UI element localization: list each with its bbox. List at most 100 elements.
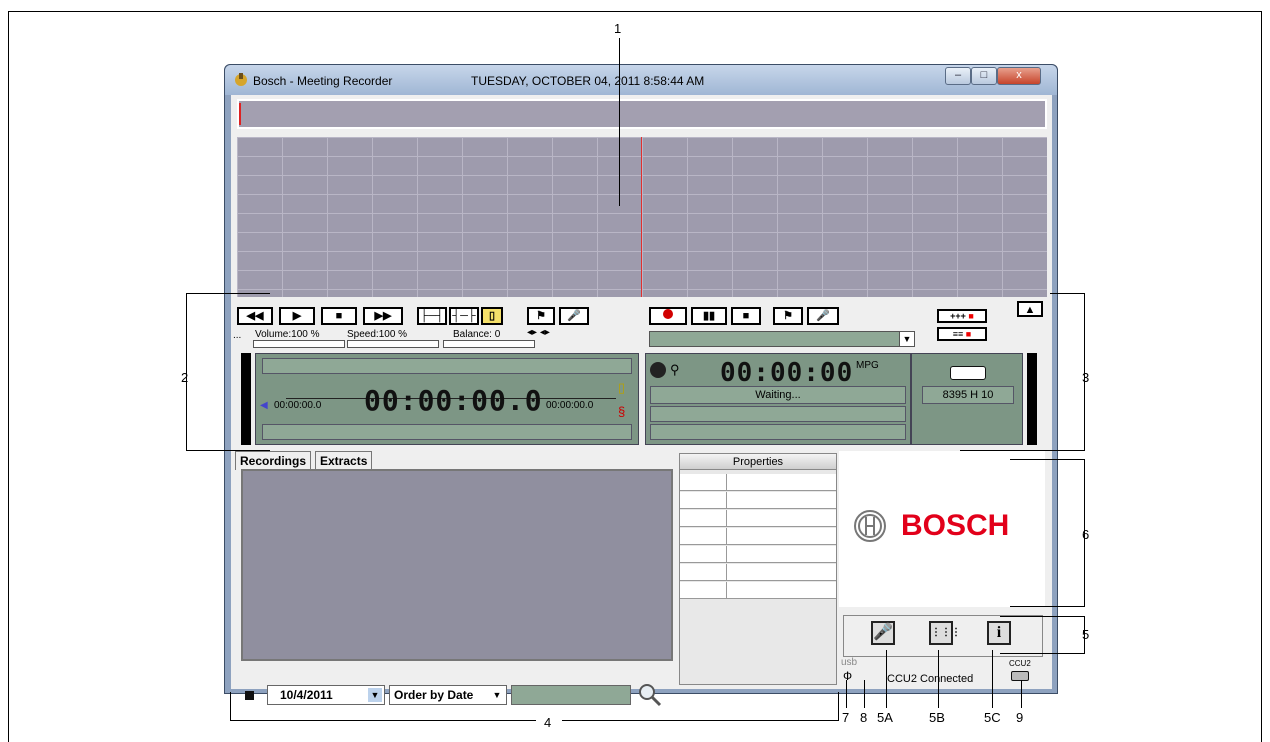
device-id: 8395 H 10	[922, 386, 1014, 404]
microphone-icon[interactable]: 🎤	[559, 307, 589, 325]
callout-1: 1	[614, 21, 622, 36]
app-window: Bosch - Meeting Recorder TUESDAY, OCTOBE…	[224, 64, 1058, 707]
date-value: 10/4/2011	[280, 688, 333, 702]
collapse-up-button[interactable]: ▲	[1017, 301, 1043, 317]
maximize-button[interactable]: □	[971, 67, 997, 85]
leader-3-top	[1050, 293, 1085, 294]
nav-arrows-left[interactable]: ◂▸ ◂▸	[527, 327, 550, 338]
leader-7	[846, 680, 847, 708]
callout-2: 2	[181, 370, 189, 385]
balance-label: Balance: 0	[453, 329, 501, 340]
stop-button[interactable]: ■	[321, 307, 357, 325]
connection-status: CCU2 Connected	[887, 673, 974, 685]
order-value: Order by Date	[394, 688, 474, 702]
tab-extracts[interactable]: Extracts	[315, 451, 373, 470]
record-indicator-icon	[650, 362, 666, 378]
playhead-line	[641, 137, 642, 297]
order-select[interactable]: Order by Date ▼	[389, 685, 507, 705]
storage-display: 8395 H 10	[911, 353, 1023, 445]
delegate-settings-icon[interactable]: ⋮⋮⋮	[929, 621, 961, 645]
callout-7: 7	[842, 710, 850, 725]
recording-display: ⚲ 00:00:00 MPG Waiting...	[645, 353, 911, 445]
rec-microphone-icon[interactable]: 🎤	[807, 307, 839, 325]
property-row	[680, 474, 836, 491]
level-meter-icon[interactable]: +++ ■	[937, 309, 987, 323]
rewind-button[interactable]: ◀◀	[237, 307, 273, 325]
property-row	[680, 528, 836, 545]
volume-slider[interactable]	[253, 340, 345, 348]
mark-out-icon[interactable]: ┤─├	[449, 307, 479, 325]
volume-label: Volume:100 %	[255, 329, 320, 340]
channel-dropdown[interactable]: ▼	[649, 331, 915, 347]
channel-config-icon[interactable]: ≡≡ ■	[937, 327, 987, 341]
fast-forward-button[interactable]: ▶▶	[363, 307, 403, 325]
timeline-ruler[interactable]	[237, 99, 1047, 129]
leader-3-vertical	[1084, 293, 1085, 451]
options-dots[interactable]: ...	[233, 330, 241, 341]
flag-icon[interactable]: ⚑	[527, 307, 555, 325]
usb-label: usb	[841, 657, 858, 668]
leader-4-left-tick	[230, 692, 231, 721]
recordings-list[interactable]	[241, 469, 673, 661]
recording-info-bar	[650, 406, 906, 422]
balance-slider[interactable]	[443, 340, 535, 348]
leader-4-right	[562, 720, 838, 721]
callout-5a: 5A	[877, 710, 893, 725]
end-time: 00:00:00.0	[546, 400, 594, 411]
record-button[interactable]	[649, 307, 687, 325]
leader-3-bottom	[960, 450, 1085, 451]
speaker-icon: ◀	[260, 400, 268, 411]
start-time: 00:00:00.0	[274, 400, 322, 411]
leader-4-right-tick	[838, 692, 839, 721]
callout-4: 4	[544, 715, 552, 730]
playback-info-bar-bottom	[262, 424, 632, 440]
window-title: Bosch - Meeting Recorder	[253, 74, 393, 88]
leader-2-bottom	[186, 450, 270, 451]
order-chevron-icon[interactable]: ▼	[490, 688, 504, 702]
chevron-down-icon[interactable]: ▼	[899, 332, 914, 346]
bosch-wordmark: BOSCH	[901, 509, 1010, 542]
pause-button[interactable]: ▮▮	[691, 307, 727, 325]
playback-info-bar	[262, 358, 632, 374]
property-row	[680, 546, 836, 563]
leader-6-top	[1010, 459, 1085, 460]
properties-panel: Properties	[679, 453, 837, 685]
clipboard-status-icon: ▯	[618, 380, 626, 395]
leader-8	[864, 680, 865, 708]
usb-status-icon: Ф	[843, 669, 853, 683]
minimize-button[interactable]: –	[945, 67, 971, 85]
callout-5b: 5B	[929, 710, 945, 725]
leader-5-bottom	[1000, 653, 1085, 654]
search-icon[interactable]	[637, 682, 663, 708]
speed-slider[interactable]	[347, 340, 439, 348]
leader-1	[619, 38, 620, 206]
format-label: MPG	[856, 360, 879, 371]
rec-stop-button[interactable]: ■	[731, 307, 761, 325]
rec-flag-icon[interactable]: ⚑	[773, 307, 803, 325]
alert-icon: §	[618, 404, 626, 419]
mark-in-icon[interactable]: ├─┤	[417, 307, 447, 325]
leader-9	[1021, 680, 1022, 708]
microphone-management-icon[interactable]: 🎤	[871, 621, 895, 645]
filter-checkbox[interactable]	[245, 691, 254, 700]
speed-label: Speed:100 %	[347, 329, 408, 340]
leader-6-vertical	[1084, 459, 1085, 607]
ccu-device-icon	[1011, 671, 1029, 681]
search-input[interactable]	[511, 685, 631, 705]
info-icon[interactable]: i	[987, 621, 1011, 645]
recording-time: 00:00:00	[720, 358, 854, 388]
bosch-armature-icon	[854, 510, 886, 542]
leader-2-vertical	[186, 293, 187, 451]
waveform-grid[interactable]	[237, 137, 1047, 297]
property-row	[680, 510, 836, 527]
app-icon	[235, 73, 247, 86]
tab-recordings[interactable]: Recordings	[235, 451, 312, 470]
play-button[interactable]: ▶	[279, 307, 315, 325]
client-area: ◀◀ ▶ ■ ▶▶ ├─┤ ┤─├ ▯ ⚑ 🎤 ◂▸ ◂▸ ... Volume…	[231, 95, 1052, 707]
property-row	[680, 492, 836, 509]
clipboard-icon[interactable]: ▯	[481, 307, 503, 325]
date-chevron-icon[interactable]: ▼	[368, 688, 382, 702]
input-mic-icon: ⚲	[670, 362, 680, 377]
close-button[interactable]: x	[997, 67, 1041, 85]
date-picker[interactable]: 10/4/2011 ▼	[267, 685, 385, 705]
